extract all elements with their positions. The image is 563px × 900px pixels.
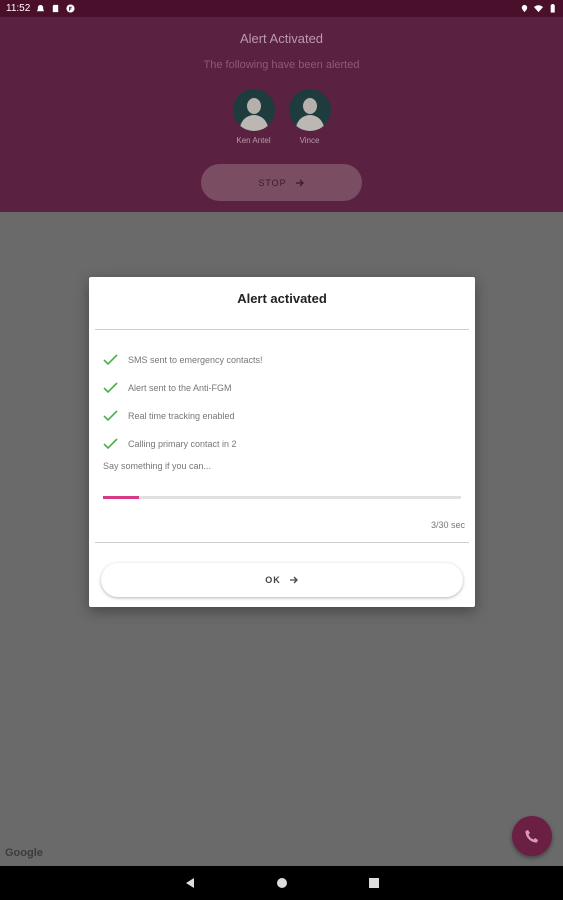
back-icon[interactable] xyxy=(184,877,196,889)
alert-dialog: Alert activated SMS sent to emergency co… xyxy=(89,277,475,607)
status-bar: 11:52 xyxy=(0,0,563,17)
list-item: Calling primary contact in 2 xyxy=(103,430,263,458)
check-icon xyxy=(103,438,118,450)
sd-card-icon xyxy=(53,4,59,13)
phone-icon xyxy=(525,830,538,843)
dialog-title: Alert activated xyxy=(237,291,327,306)
header-subtitle: The following have been alerted xyxy=(203,59,360,71)
divider xyxy=(95,542,469,543)
list-item: Alert sent to the Anti-FGM xyxy=(103,374,263,402)
contact-name: Ken Antel xyxy=(236,136,271,145)
check-text: SMS sent to emergency contacts! xyxy=(128,355,263,365)
contact-name: Vince xyxy=(299,136,320,145)
divider xyxy=(95,329,469,330)
alerted-contacts: Ken Antel Vince xyxy=(0,89,563,145)
app-badge-icon xyxy=(66,4,75,13)
battery-icon xyxy=(550,4,555,13)
voice-prompt: Say something if you can... xyxy=(103,461,212,471)
map-attribution: Google xyxy=(5,847,43,859)
system-nav-bar xyxy=(0,866,563,900)
countdown-progress xyxy=(103,496,461,499)
progress-fill xyxy=(103,496,139,499)
home-icon[interactable] xyxy=(276,877,288,889)
header-title: Alert Activated xyxy=(239,31,324,46)
stop-button[interactable]: STOP xyxy=(201,164,362,201)
recents-icon[interactable] xyxy=(368,877,380,889)
status-time: 11:52 xyxy=(6,3,31,14)
ok-button[interactable]: OK xyxy=(101,563,463,597)
notification-icon xyxy=(37,4,45,12)
list-item: SMS sent to emergency contacts! xyxy=(103,346,263,374)
countdown-timer: 3/30 sec xyxy=(430,520,465,530)
wifi-icon xyxy=(534,5,543,13)
alert-header: Alert Activated The following have been … xyxy=(0,17,563,212)
avatar xyxy=(232,89,275,131)
check-text: Alert sent to the Anti-FGM xyxy=(128,383,232,393)
check-icon xyxy=(103,382,118,394)
stop-label: STOP xyxy=(258,177,287,188)
list-item: Real time tracking enabled xyxy=(103,402,263,430)
check-icon xyxy=(103,354,118,366)
ok-label: OK xyxy=(265,575,281,585)
contact-item[interactable]: Ken Antel xyxy=(231,89,277,145)
arrow-right-icon xyxy=(289,576,298,584)
call-button[interactable] xyxy=(512,816,552,856)
check-text: Calling primary contact in 2 xyxy=(128,439,237,449)
status-checklist: SMS sent to emergency contacts! Alert se… xyxy=(103,346,263,458)
arrow-right-icon xyxy=(295,179,304,186)
check-text: Real time tracking enabled xyxy=(128,411,235,421)
location-icon xyxy=(521,4,528,13)
check-icon xyxy=(103,410,118,422)
contact-item[interactable]: Vince xyxy=(287,89,333,145)
avatar xyxy=(288,89,331,131)
